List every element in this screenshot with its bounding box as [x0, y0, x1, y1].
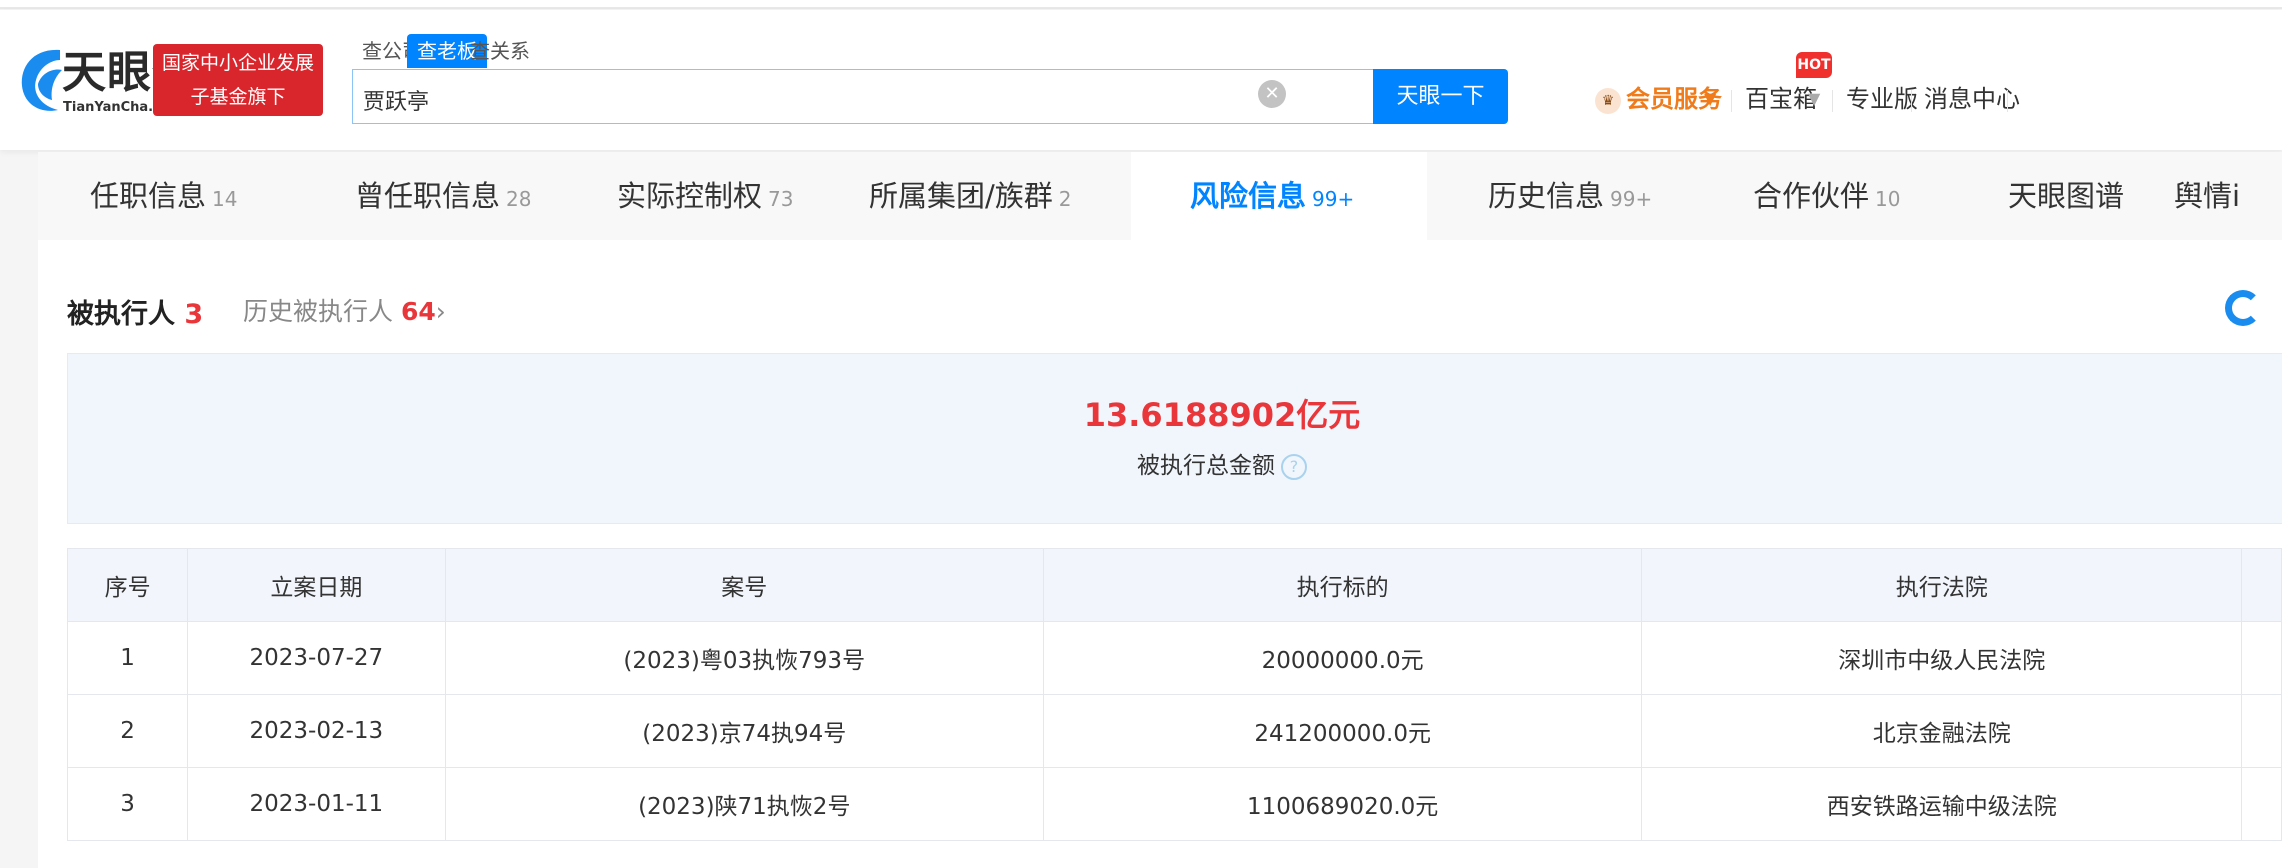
- tab-group[interactable]: 所属集团/族群 2: [869, 152, 1072, 240]
- section-tab-executed[interactable]: 被执行人 3: [67, 292, 203, 331]
- chevron-down-icon[interactable]: ▼: [1808, 82, 1820, 116]
- cell-extra: [2241, 621, 2282, 695]
- total-amount: 13.6188902亿元: [1083, 396, 1361, 434]
- cell-date: 2023-02-13: [187, 694, 446, 768]
- tab-count: 99+: [1312, 187, 1355, 211]
- tab-label: 所属集团/族群: [869, 179, 1053, 213]
- badge-line-1: 国家中小企业发展子基金旗下: [161, 52, 314, 108]
- hot-badge: HOT: [1796, 52, 1832, 78]
- cell-court: 西安铁路运输中级法院: [1641, 767, 2243, 841]
- tab-positions[interactable]: 任职信息 14: [90, 152, 237, 240]
- tab-label: 风险信息: [1190, 179, 1307, 213]
- help-icon[interactable]: ?: [1281, 453, 1307, 480]
- crown-icon: ♛: [1595, 88, 1621, 114]
- tab-label: 实际控制权: [617, 179, 763, 213]
- divider: [2007, 90, 2008, 112]
- tab-graph[interactable]: 天眼图谱: [2008, 152, 2124, 240]
- pro-version-link[interactable]: 专业版: [1846, 82, 1918, 116]
- tab-label: 天眼图谱: [2008, 179, 2125, 213]
- tab-partners[interactable]: 合作伙伴 10: [1753, 152, 1900, 240]
- table-row[interactable]: 1 2023-07-27 (2023)粤03执恢793号 20000000.0元 深圳市…: [66, 621, 2282, 695]
- cell-amount: 20000000.0元: [1042, 621, 1643, 695]
- divider: [1731, 90, 1732, 112]
- cell-date: 2023-01-11: [187, 767, 446, 841]
- certification-badge: 国家中小企业发展子基金旗下 官方备案企业征信机构: [153, 44, 323, 176]
- tab-count: 10: [1875, 187, 1901, 211]
- tianyancha-logo-icon[interactable]: [20, 44, 64, 116]
- table-header-row: 序号 立案日期 案号 执行标的 执行法院: [66, 548, 2282, 622]
- section-title: 被执行人: [67, 299, 175, 330]
- tab-count: 2: [1058, 187, 1072, 211]
- tab-count: 99+: [1610, 187, 1653, 211]
- cell-index: 2: [66, 694, 189, 768]
- tab-label: 舆情i: [2174, 179, 2241, 213]
- cell-case-number: (2023)京74执94号: [444, 694, 1045, 768]
- total-amount-label-row: 被执行总金额?: [68, 446, 2282, 480]
- history-count: 64: [400, 297, 436, 326]
- table-row[interactable]: 2 2023-02-13 (2023)京74执94号 241200000.0元 北京金融…: [66, 694, 2282, 768]
- toolbox-menu[interactable]: 百宝箱: [1745, 82, 1817, 116]
- column-header: 执行法院: [1641, 548, 2243, 622]
- tab-label: 合作伙伴: [1753, 179, 1870, 213]
- tab-label: 任职信息: [90, 179, 207, 213]
- tianyancha-watermark-icon: [2225, 290, 2261, 326]
- search-input-value[interactable]: 贾跃亭: [363, 84, 429, 116]
- column-header: 案号: [444, 548, 1045, 622]
- profile-tabs: 任职信息 14 曾任职信息 28 实际控制权 73 所属集团/族群 2 风险信息 99+ …: [38, 152, 2282, 240]
- cell-index: 1: [66, 621, 189, 695]
- cell-extra: [2241, 694, 2282, 768]
- tab-count: 14: [212, 187, 238, 211]
- divider: [1832, 90, 1833, 112]
- header: 天眼查 TianYanCha.com 国家中小企业发展子基金旗下 官方备案企业征…: [0, 10, 2282, 176]
- column-header: 执行标的: [1042, 548, 1643, 622]
- table-row[interactable]: 3 2023-01-11 (2023)陕71执恢2号 1100689020.0元 西安铁…: [66, 767, 2282, 841]
- column-header: 序号: [66, 548, 189, 622]
- tab-history-info[interactable]: 历史信息 99+: [1488, 152, 1652, 240]
- search-input[interactable]: 贾跃亭 ✕: [352, 69, 1373, 124]
- cell-date: 2023-07-27: [187, 621, 446, 695]
- cell-court: 北京金融法院: [1641, 694, 2243, 768]
- chevron-right-icon: ›: [435, 297, 446, 326]
- cell-extra: [2241, 767, 2282, 841]
- section-tab-history-executed[interactable]: 历史被执行人 64›: [243, 292, 446, 328]
- cell-index: 3: [66, 767, 189, 841]
- tab-past-positions[interactable]: 曾任职信息 28: [355, 152, 531, 240]
- clear-icon[interactable]: ✕: [1258, 80, 1286, 108]
- column-header: 立案日期: [187, 548, 446, 622]
- tab-actual-control[interactable]: 实际控制权 73: [617, 152, 793, 240]
- total-amount-summary: 13.6188902亿元 被执行总金额?: [67, 353, 2282, 524]
- tab-risk-info[interactable]: 风险信息 99+: [1131, 152, 1427, 240]
- chevron-down-icon[interactable]: ▼: [1704, 82, 1716, 116]
- cell-amount: 1100689020.0元: [1042, 767, 1643, 841]
- tab-count: 28: [506, 187, 532, 211]
- search-button[interactable]: 天眼一下: [1373, 69, 1508, 124]
- tab-public-opinion[interactable]: 舆情i: [2174, 152, 2240, 240]
- cell-case-number: (2023)陕71执恢2号: [444, 767, 1045, 841]
- divider: [1911, 90, 1912, 112]
- tab-count: 73: [768, 187, 794, 211]
- top-border: [0, 0, 2282, 9]
- tab-label: 曾任职信息: [355, 179, 501, 213]
- history-label: 历史被执行人: [243, 297, 394, 326]
- search-tab-relation[interactable]: 查关系: [470, 34, 530, 68]
- column-header: [2241, 548, 2282, 622]
- cell-court: 深圳市中级人民法院: [1641, 621, 2243, 695]
- section-count: 3: [184, 299, 204, 330]
- total-amount-label: 被执行总金额: [1137, 453, 1275, 479]
- cell-amount: 241200000.0元: [1042, 694, 1643, 768]
- cell-case-number: (2023)粤03执恢793号: [444, 621, 1045, 695]
- executed-person-table: 序号 立案日期 案号 执行标的 执行法院 1 2023-07-27 (2023)粤0…: [66, 548, 2282, 841]
- message-center-link[interactable]: 消息中心: [1924, 82, 2020, 116]
- tab-label: 历史信息: [1488, 179, 1605, 213]
